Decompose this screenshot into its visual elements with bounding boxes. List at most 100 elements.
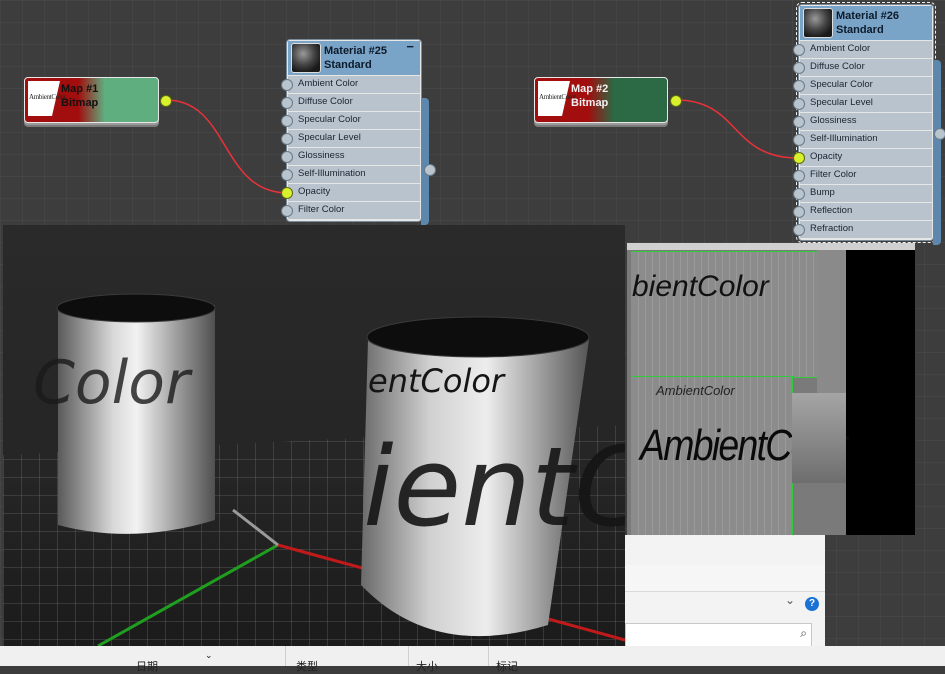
slot-input-port[interactable]	[281, 187, 293, 199]
preview-black-panel	[846, 250, 915, 535]
preview-white-panel	[817, 250, 846, 400]
material-slot[interactable]: Glossiness	[793, 113, 932, 131]
preview-texture-top: bientColor	[631, 251, 818, 378]
material-sphere-icon	[803, 8, 833, 38]
svg-text:entColor: entColor	[368, 362, 506, 400]
help-icon[interactable]: ?	[805, 597, 819, 611]
material-slot[interactable]: Self-Illumination	[793, 131, 932, 149]
slot-label: Specular Level	[810, 97, 873, 108]
slot-label: Self-Illumination	[810, 133, 878, 144]
material-slot[interactable]: Filter Color	[281, 202, 420, 220]
slot-input-port[interactable]	[281, 115, 293, 127]
map1-output-port[interactable]	[160, 95, 172, 107]
column-tag[interactable]: 标记	[496, 658, 518, 674]
slot-input-port[interactable]	[793, 152, 805, 164]
preview-top-strip	[627, 243, 915, 250]
preview-texture-bottom: AmbientColor AmbientColor	[631, 376, 848, 535]
column-date[interactable]: 日期	[136, 658, 158, 674]
material-node-25[interactable]: Material #25 Standard − Ambient Color Diff…	[281, 39, 421, 221]
material-slot[interactable]: Opacity	[793, 149, 932, 167]
material-slot[interactable]: Refraction	[793, 221, 932, 239]
bitmap-thumbnail: AmbientColor	[28, 81, 66, 116]
material-slot[interactable]: Specular Color	[281, 112, 420, 130]
column-size[interactable]: 大小	[416, 658, 438, 674]
column-sort-chevron-icon[interactable]: ⌄	[205, 650, 213, 661]
map-node-1[interactable]: AmbientColor Map #1 Bitmap	[24, 77, 159, 123]
map2-output-port[interactable]	[670, 95, 682, 107]
slot-input-port[interactable]	[793, 134, 805, 146]
bitmap-thumbnail: AmbientColor	[538, 81, 576, 116]
material-slot[interactable]: Specular Level	[281, 130, 420, 148]
dialog-path-bar[interactable]	[625, 565, 825, 592]
slot-label: Specular Color	[810, 79, 873, 90]
slot-input-port[interactable]	[281, 151, 293, 163]
material-slot[interactable]: Specular Level	[793, 95, 932, 113]
slot-input-port[interactable]	[793, 206, 805, 218]
slot-input-port[interactable]	[793, 62, 805, 74]
material-slot[interactable]: Bump	[793, 185, 932, 203]
material-node-header[interactable]: Material #25 Standard −	[288, 39, 420, 76]
slot-label: Diffuse Color	[810, 61, 865, 72]
material-slots: Ambient Color Diffuse Color Specular Color…	[281, 76, 420, 220]
material-slot[interactable]: Glossiness	[281, 148, 420, 166]
wire-map1-to-material25-opacity	[165, 99, 289, 194]
slot-input-port[interactable]	[281, 79, 293, 91]
slot-input-port[interactable]	[281, 169, 293, 181]
material-node-side-bar	[421, 98, 429, 225]
material-node-title: Material #26 Standard	[836, 10, 899, 36]
material-slot[interactable]: Self-Illumination	[281, 166, 420, 184]
material26-output-port[interactable]	[934, 128, 945, 140]
material-slot[interactable]: Opacity	[281, 184, 420, 202]
search-input[interactable]: ⌕	[625, 623, 812, 647]
material-slot[interactable]: Reflection	[793, 203, 932, 221]
material-node-header[interactable]: Material #26 Standard	[800, 6, 932, 41]
slot-input-port[interactable]	[793, 188, 805, 200]
slot-input-port[interactable]	[793, 170, 805, 182]
material-sphere-icon	[291, 43, 321, 73]
slot-label: Ambient Color	[298, 78, 359, 89]
slot-input-port[interactable]	[793, 116, 805, 128]
slot-input-port[interactable]	[793, 80, 805, 92]
slot-label: Opacity	[298, 186, 331, 197]
material-node-26[interactable]: Material #26 Standard Ambient Color Diffus…	[793, 2, 936, 243]
dropdown-chevron-icon[interactable]: ⌄	[785, 593, 795, 607]
svg-text:Color: Color	[33, 348, 193, 418]
column-type[interactable]: 类型	[296, 658, 318, 674]
wire-map2-to-material26-opacity	[675, 99, 799, 159]
collapse-icon[interactable]: −	[406, 39, 414, 54]
slot-label: Ambient Color	[810, 43, 871, 54]
texture-preview-window[interactable]: bientColor AmbientColor AmbientColor	[627, 243, 915, 535]
slot-label: Reflection	[810, 205, 853, 216]
slot-input-port[interactable]	[281, 133, 293, 145]
slot-label: Glossiness	[298, 150, 345, 161]
search-icon: ⌕	[800, 626, 807, 640]
slot-label: Diffuse Color	[298, 96, 353, 107]
map-node-label: Map #2 Bitmap	[571, 83, 609, 109]
material25-output-port[interactable]	[424, 164, 436, 176]
material-slots: Ambient Color Diffuse Color Specular Color…	[793, 41, 932, 239]
preview-blocks	[792, 393, 846, 483]
material-slot[interactable]: Specular Color	[793, 77, 932, 95]
material-slot[interactable]: Diffuse Color	[281, 94, 420, 112]
slot-input-port[interactable]	[793, 44, 805, 56]
slot-label: Opacity	[810, 151, 843, 162]
slot-label: Specular Color	[298, 114, 361, 125]
svg-text:ientC: ientC	[363, 423, 625, 551]
material-slot[interactable]: Ambient Color	[793, 41, 932, 59]
file-list-headers: 日期 ⌄ 类型 大小 标记	[0, 646, 945, 673]
slot-input-port[interactable]	[281, 97, 293, 109]
map-node-label: Map #1 Bitmap	[61, 83, 99, 109]
slot-label: Filter Color	[298, 204, 345, 215]
slot-input-port[interactable]	[793, 224, 805, 236]
slot-label: Filter Color	[810, 169, 857, 180]
map-node-2[interactable]: AmbientColor Map #2 Bitmap	[534, 77, 668, 123]
perspective-viewport[interactable]: Color entColor ientC	[3, 225, 625, 646]
material-slot[interactable]: Filter Color	[793, 167, 932, 185]
material-slot[interactable]: Ambient Color	[281, 76, 420, 94]
material-node-title: Material #25 Standard	[324, 45, 387, 71]
slot-label: Specular Level	[298, 132, 361, 143]
slot-input-port[interactable]	[281, 205, 293, 217]
left-cylinder: Color	[33, 293, 216, 534]
slot-input-port[interactable]	[793, 98, 805, 110]
material-slot[interactable]: Diffuse Color	[793, 59, 932, 77]
